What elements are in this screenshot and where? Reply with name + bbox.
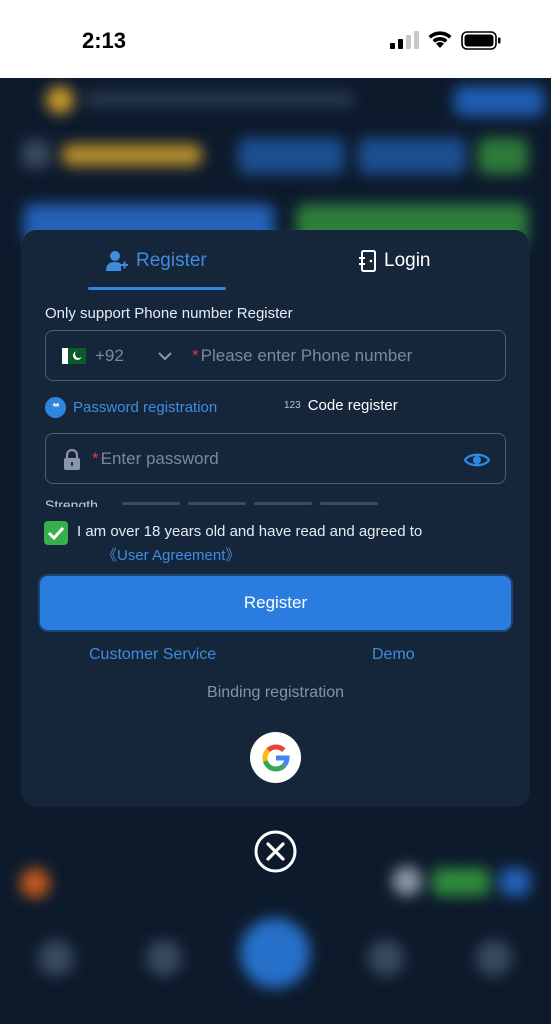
pakistan-flag-icon[interactable] bbox=[62, 348, 86, 364]
binding-registration-label: Binding registration bbox=[207, 684, 344, 701]
required-mark: * bbox=[92, 449, 99, 468]
active-tab-indicator bbox=[88, 287, 226, 290]
register-modal: Register Login Only support Phone number… bbox=[22, 230, 529, 806]
tab-login[interactable]: Login bbox=[358, 246, 431, 276]
agreement-text: I am over 18 years old and have read and… bbox=[77, 523, 423, 540]
checkmark-icon bbox=[47, 526, 65, 541]
password-field: * Enter password bbox=[45, 433, 506, 484]
chevron-down-icon[interactable] bbox=[157, 349, 173, 363]
code-register-label: Code register bbox=[307, 397, 398, 414]
eye-icon[interactable] bbox=[464, 450, 490, 470]
strength-bar bbox=[188, 502, 246, 505]
strength-label: Strength bbox=[45, 497, 98, 507]
agreement-checkbox[interactable] bbox=[44, 521, 68, 545]
password-input[interactable]: * Enter password bbox=[92, 449, 219, 469]
strength-bar bbox=[320, 502, 378, 505]
tab-login-label: Login bbox=[384, 250, 431, 271]
status-time: 2:13 bbox=[82, 28, 127, 53]
password-placeholder: Enter password bbox=[100, 449, 219, 468]
required-mark: * bbox=[192, 346, 199, 365]
password-registration-option[interactable]: ** Password registration bbox=[45, 397, 217, 418]
country-code[interactable]: +92 bbox=[95, 346, 124, 366]
register-hint: Only support Phone number Register bbox=[45, 305, 293, 322]
google-login-button[interactable] bbox=[250, 732, 301, 783]
register-button[interactable]: Register bbox=[40, 576, 511, 630]
user-plus-icon bbox=[106, 251, 128, 271]
phone-placeholder: Please enter Phone number bbox=[200, 346, 413, 365]
user-agreement-link[interactable]: 《User Agreement》 bbox=[102, 544, 240, 565]
close-circle-icon[interactable] bbox=[254, 830, 297, 873]
auth-tabs: Register Login bbox=[22, 230, 529, 290]
signal-icon bbox=[390, 31, 419, 49]
demo-link[interactable]: Demo bbox=[372, 646, 415, 664]
password-dots-icon: ** bbox=[45, 397, 66, 418]
google-icon bbox=[262, 743, 290, 771]
status-bar: 2:13 bbox=[0, 0, 551, 78]
login-door-icon bbox=[359, 250, 376, 272]
strength-bar bbox=[254, 502, 312, 505]
password-registration-label: Password registration bbox=[73, 399, 218, 416]
strength-bar bbox=[122, 502, 180, 505]
strength-meter bbox=[122, 502, 378, 505]
battery-icon bbox=[461, 31, 501, 50]
wifi-icon bbox=[428, 31, 452, 48]
phone-field: +92 * Please enter Phone number bbox=[45, 330, 506, 381]
phone-input[interactable]: * Please enter Phone number bbox=[192, 346, 412, 366]
tab-register-label: Register bbox=[136, 250, 207, 271]
code-number-icon: 123 bbox=[284, 400, 301, 411]
customer-service-link[interactable]: Customer Service bbox=[89, 646, 216, 664]
lock-icon bbox=[64, 449, 80, 470]
tab-register[interactable]: Register bbox=[106, 246, 207, 276]
code-register-option[interactable]: 123 Code register bbox=[284, 397, 398, 414]
